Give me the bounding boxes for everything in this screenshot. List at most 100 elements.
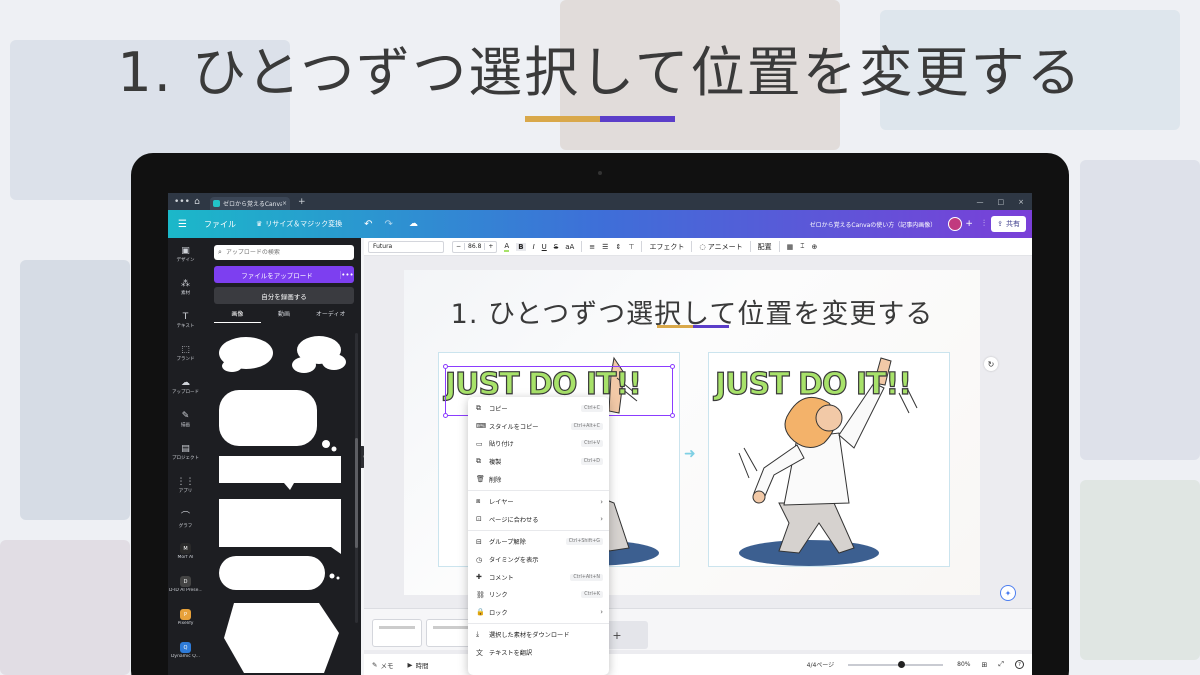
- search-input[interactable]: [225, 249, 336, 256]
- timer-button[interactable]: ▶ 時間: [407, 660, 428, 670]
- context-menu-item[interactable]: ◷ タイミングを表示: [468, 551, 609, 569]
- effects-button[interactable]: エフェクト: [649, 242, 684, 252]
- context-menu-item[interactable]: ⌨ スタイルをコピー Ctrl+Alt+C: [468, 418, 609, 436]
- context-menu-item[interactable]: 文テキストを翻訳: [468, 644, 609, 662]
- close-window-icon[interactable]: ×: [1018, 198, 1024, 206]
- size-increase-button[interactable]: +: [485, 243, 496, 250]
- minimize-icon[interactable]: —: [977, 198, 984, 206]
- polygon-bubble-thumb[interactable]: [224, 603, 339, 673]
- resize-handle[interactable]: [670, 364, 675, 369]
- rail-item[interactable]: ▣ デザイン: [168, 238, 203, 271]
- strikethrough-icon[interactable]: S: [554, 243, 558, 251]
- rail-item[interactable]: T テキスト: [168, 304, 203, 337]
- help-icon[interactable]: ?: [1015, 660, 1024, 669]
- lock-icon[interactable]: ⊕: [811, 243, 817, 251]
- resize-handle[interactable]: [670, 413, 675, 418]
- rail-item[interactable]: ▤ プロジェクト: [168, 436, 203, 469]
- avatar[interactable]: [948, 217, 963, 231]
- bold-icon[interactable]: B: [516, 242, 526, 251]
- context-menu-item[interactable]: 🗑 削除: [468, 470, 609, 488]
- undo-icon[interactable]: ↶: [364, 219, 372, 230]
- new-tab-button[interactable]: +: [298, 197, 306, 207]
- insights-icon[interactable]: ⫶: [983, 219, 985, 229]
- maximize-icon[interactable]: □: [998, 198, 1005, 206]
- case-icon[interactable]: aA: [565, 243, 574, 251]
- paint-format-icon[interactable]: ⌶: [800, 242, 804, 251]
- size-decrease-button[interactable]: −: [453, 243, 464, 250]
- context-menu-item[interactable]: 🔒 ロック ›: [468, 604, 609, 622]
- rail-item[interactable]: ⁂ 素材: [168, 271, 203, 304]
- page-count[interactable]: 4/4ページ: [807, 660, 835, 669]
- context-menu-item[interactable]: ⧉ コピー Ctrl+C: [468, 400, 609, 418]
- underline-icon[interactable]: U: [542, 243, 547, 251]
- add-collaborator-icon[interactable]: +: [965, 219, 973, 229]
- spacing-icon[interactable]: ⇕: [615, 243, 621, 251]
- speech-bubble-cloud-thumb[interactable]: [219, 336, 346, 373]
- rail-item[interactable]: D D-ID AI Prese...: [168, 568, 203, 601]
- animate-button[interactable]: ◌ アニメート: [699, 242, 742, 252]
- context-menu-item[interactable]: ▭ 貼り付け Ctrl+V: [468, 435, 609, 453]
- context-menu-item[interactable]: ⤓ 選択した素材をダウンロード: [468, 626, 609, 644]
- rail-item[interactable]: Q Dynamic Q...: [168, 634, 203, 667]
- rail-item[interactable]: M Morf AI: [168, 535, 203, 568]
- zoom-slider[interactable]: [848, 660, 944, 668]
- resize-magic-button[interactable]: ♛ リサイズ＆マジック変換: [256, 219, 342, 229]
- refresh-icon[interactable]: ↻: [984, 357, 998, 371]
- zoom-slider-knob[interactable]: [898, 660, 906, 668]
- resize-handle[interactable]: [443, 413, 448, 418]
- rail-icon: ⌒: [180, 511, 190, 522]
- document-title[interactable]: ゼロから覚えるCanvaの使い方（記事内画像）: [810, 220, 937, 229]
- home-icon[interactable]: ⌂: [190, 197, 204, 207]
- context-menu-item[interactable]: ⊟ グループ解除 Ctrl+Shift+G: [468, 533, 609, 551]
- zoom-level[interactable]: 80%: [957, 661, 970, 668]
- rail-item[interactable]: ⋮⋮ アプリ: [168, 469, 203, 502]
- position-button[interactable]: 配置: [758, 242, 772, 252]
- notes-button[interactable]: ✎ メモ: [372, 660, 393, 670]
- context-menu-item[interactable]: ⛓ リンク Ctrl+K: [468, 586, 609, 604]
- context-menu-item[interactable]: ✚ コメント Ctrl+Alt+N: [468, 568, 609, 586]
- rail-item[interactable]: P Pixelify: [168, 601, 203, 634]
- rail-item[interactable]: ✎ 描画: [168, 403, 203, 436]
- rect-bubble-thumb[interactable]: [219, 456, 341, 490]
- browser-menu-icon[interactable]: •••: [174, 197, 190, 207]
- share-button[interactable]: ⇪ 共有: [991, 216, 1026, 232]
- font-selector[interactable]: Futura: [368, 240, 444, 253]
- align-icon[interactable]: ≡: [589, 243, 595, 251]
- square-bubble-thumb[interactable]: [219, 499, 341, 554]
- context-menu-item[interactable]: ⧉ 複製 Ctrl+D: [468, 453, 609, 471]
- context-menu-item[interactable]: ⧈ レイヤー ›: [468, 493, 609, 511]
- transparency-icon[interactable]: ▦: [787, 243, 794, 251]
- tab-close-icon[interactable]: ×: [282, 200, 287, 207]
- rail-item[interactable]: ⬚ ブランド: [168, 337, 203, 370]
- page-thumbnail[interactable]: [372, 619, 422, 647]
- grid-view-icon[interactable]: ⊞: [982, 661, 988, 669]
- list-icon[interactable]: ☰: [602, 243, 608, 251]
- upload-file-button[interactable]: ファイルをアップロード •••: [214, 266, 354, 283]
- tab-videos[interactable]: 動画: [261, 309, 308, 323]
- oval-bubble-thumb[interactable]: [219, 556, 340, 590]
- tab-images[interactable]: 画像: [214, 309, 261, 323]
- right-illustration-frame[interactable]: JUST DO IT!!: [708, 352, 950, 567]
- browser-tab[interactable]: ゼロから覚えるCanva ×: [210, 197, 290, 210]
- file-menu[interactable]: ファイル: [204, 219, 236, 230]
- upload-search[interactable]: ⌕: [214, 245, 354, 260]
- cloud-save-icon[interactable]: ☁: [409, 219, 418, 229]
- text-color-icon[interactable]: A: [504, 242, 510, 252]
- resize-handle[interactable]: [443, 364, 448, 369]
- more-options-icon[interactable]: •••: [340, 270, 354, 279]
- magic-assistant-icon[interactable]: ✦: [1000, 585, 1016, 601]
- just-do-it-text-right[interactable]: JUST DO IT!!: [714, 366, 912, 402]
- font-size-input[interactable]: 86.8: [464, 243, 486, 250]
- vertical-text-icon[interactable]: ⊤: [628, 243, 634, 251]
- rounded-bubble-thumb[interactable]: [219, 390, 337, 452]
- hamburger-menu-icon[interactable]: ☰: [178, 219, 192, 230]
- rail-item[interactable]: ☁ アップロード: [168, 370, 203, 403]
- rail-item[interactable]: ⌒ グラフ: [168, 502, 203, 535]
- redo-icon[interactable]: ↷: [384, 219, 392, 230]
- fullscreen-icon[interactable]: ⤢: [998, 660, 1004, 669]
- context-menu-item[interactable]: ⊡ ページに合わせる ›: [468, 511, 609, 529]
- panel-scrollbar[interactable]: [355, 438, 358, 548]
- record-yourself-button[interactable]: 自分を録画する: [214, 287, 354, 304]
- tab-audio[interactable]: オーディオ: [307, 309, 354, 323]
- italic-icon[interactable]: I: [533, 243, 535, 251]
